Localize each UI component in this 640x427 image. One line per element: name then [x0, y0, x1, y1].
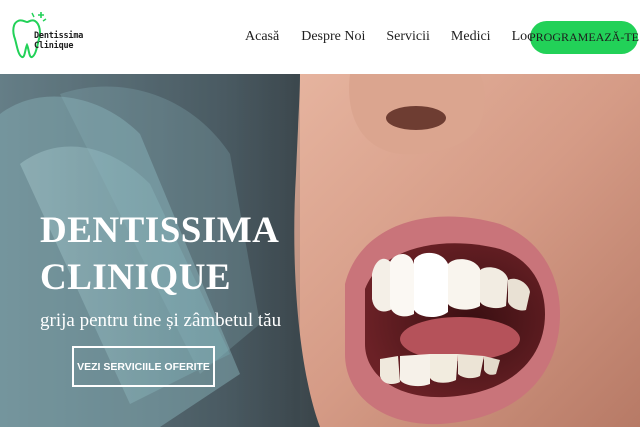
- nav-item-acasa[interactable]: Acasă: [245, 29, 279, 45]
- view-services-button[interactable]: VEZI SERVICIILE OFERITE: [72, 346, 215, 387]
- nav-item-medici[interactable]: Medici: [451, 29, 491, 45]
- main-nav: Acasă Despre Noi Servicii Medici Locație: [245, 29, 575, 45]
- logo-text: Dentissima Clinique: [34, 31, 83, 51]
- hero-tagline: grija pentru tine și zâmbetul tău: [40, 310, 282, 331]
- nav-item-servicii[interactable]: Servicii: [386, 29, 430, 45]
- appointment-button[interactable]: PROGRAMEAZĂ-TE: [529, 21, 639, 54]
- logo-text-line1: Dentissima: [34, 31, 84, 41]
- hero-title: DENTISSIMA CLINIQUE: [40, 207, 300, 301]
- logo-text-line2: Clinique: [34, 41, 74, 51]
- hero-section: DENTISSIMA CLINIQUE grija pentru tine și…: [0, 74, 640, 427]
- logo[interactable]: Dentissima Clinique: [10, 9, 83, 65]
- hero-title-line1: DENTISSIMA: [40, 210, 280, 251]
- nav-item-despre-noi[interactable]: Despre Noi: [301, 29, 365, 45]
- hero-title-line2: CLINIQUE: [40, 257, 232, 298]
- site-header: Dentissima Clinique Acasă Despre Noi Ser…: [0, 0, 640, 74]
